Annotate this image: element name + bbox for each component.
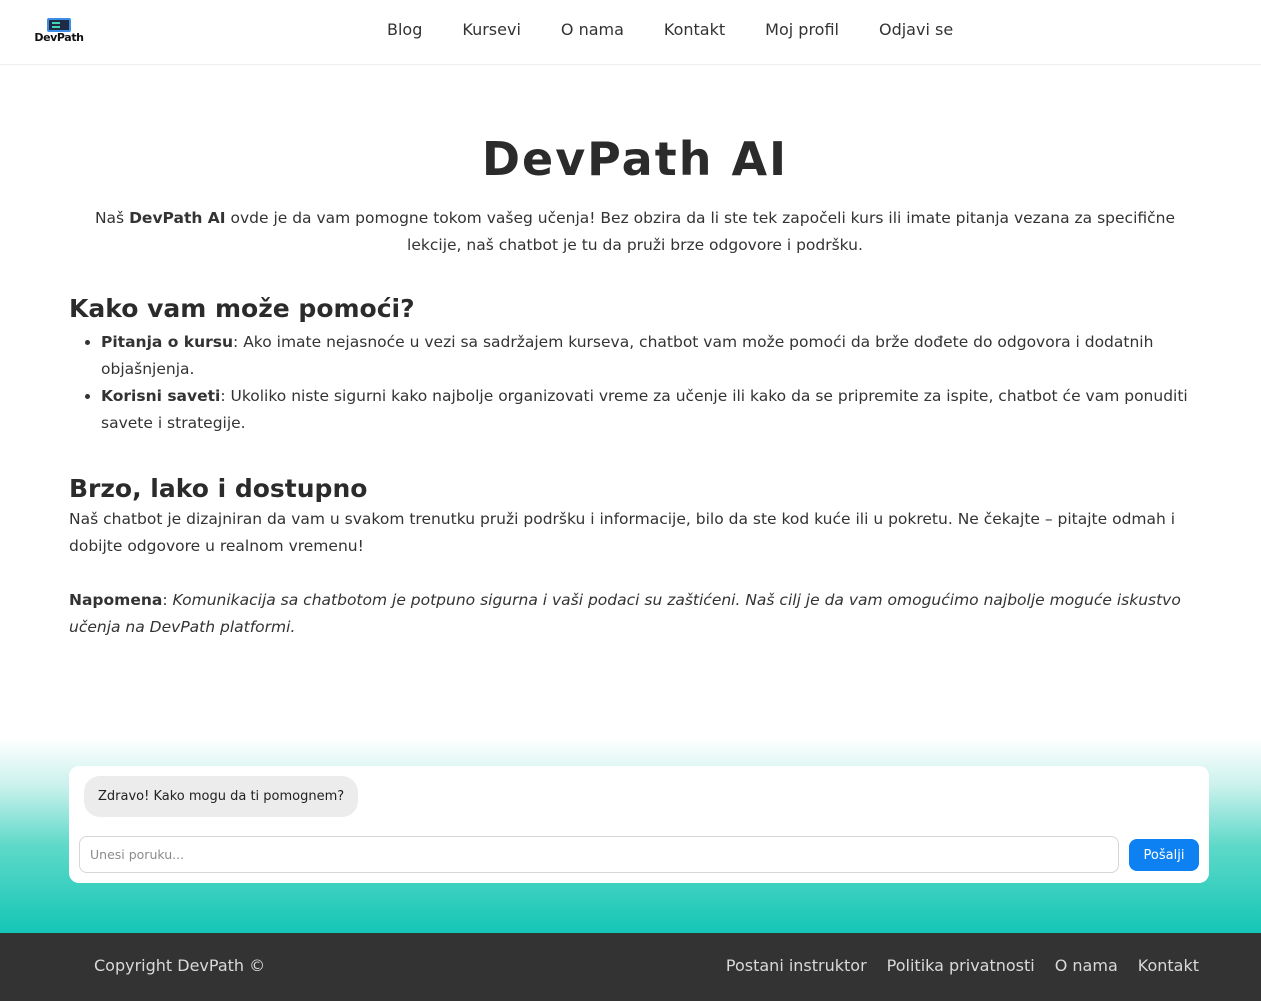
logo-text: DevPath [34,31,84,44]
monitor-icon [47,18,71,32]
footer-link-o-nama[interactable]: O nama [1055,956,1118,975]
message-input[interactable] [79,836,1119,873]
list-item: Pitanja o kursu: Ako imate nejasnoće u v… [101,329,1201,383]
note-paragraph: Napomena: Komunikacija sa chatbotom je p… [69,591,1181,636]
nav-link-odjavi-se[interactable]: Odjavi se [879,20,953,39]
chat-card: Zdravo! Kako mogu da ti pomognem? Pošalj… [69,766,1209,883]
fast-paragraph: Naš chatbot je dizajniran da vam u svako… [69,510,1176,555]
list-item: Korisni saveti: Ukoliko niste sigurni ka… [101,383,1201,437]
intro-paragraph: Naš DevPath AI ovde je da vam pomogne to… [94,209,1176,254]
footer-nav: Postani instruktor Politika privatnosti … [726,956,1199,975]
devpath-logo[interactable]: DevPath [33,17,85,46]
nav-link-kontakt[interactable]: Kontakt [664,20,725,39]
fast-heading: Brzo, lako i dostupno [69,474,368,503]
top-navbar: DevPath Blog Kursevi O nama Kontakt Moj … [0,0,1261,65]
bot-message-bubble: Zdravo! Kako mogu da ti pomognem? [84,776,359,817]
page-title: DevPath AI [481,132,789,186]
list-item-text: : Ako imate nejasnoće u vezi sa sadržaje… [101,333,1154,378]
help-heading: Kako vam može pomoći? [69,294,415,323]
copyright-text: Copyright DevPath © [94,956,266,975]
nav-link-moj-profil[interactable]: Moj profil [765,20,839,39]
nav-link-kursevi[interactable]: Kursevi [462,20,521,39]
footer-link-kontakt[interactable]: Kontakt [1138,956,1199,975]
footer-link-postani-instruktor[interactable]: Postani instruktor [726,956,867,975]
nav-link-o-nama[interactable]: O nama [561,20,624,39]
list-item-title: Korisni saveti [101,387,221,405]
help-list: Pitanja o kursu: Ako imate nejasnoće u v… [69,329,1201,437]
nav-link-blog[interactable]: Blog [387,20,422,39]
send-button[interactable]: Pošalji [1129,839,1199,871]
list-item-text: : Ukoliko niste sigurni kako najbolje or… [101,387,1188,432]
main-content: DevPath AI Naš DevPath AI ovde je da vam… [69,65,1201,641]
chatbot-section: Zdravo! Kako mogu da ti pomognem? Pošalj… [0,738,1261,933]
note-text: Komunikacija sa chatbotom je potpuno sig… [69,591,1181,636]
list-item-title: Pitanja o kursu [101,333,234,351]
main-nav: Blog Kursevi O nama Kontakt Moj profil O… [387,20,953,39]
intro-strong: DevPath AI [129,209,226,227]
footer-link-politika-privatnosti[interactable]: Politika privatnosti [887,956,1035,975]
site-footer: Copyright DevPath © Postani instruktor P… [0,933,1261,1001]
note-label: Napomena [69,591,163,609]
